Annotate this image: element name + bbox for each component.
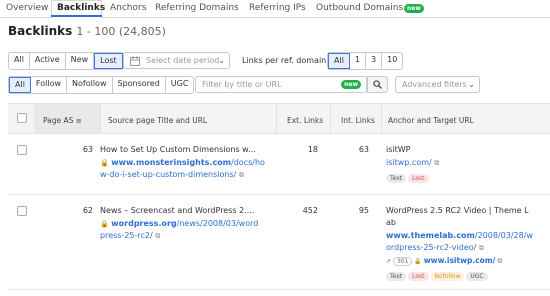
tag-text: Text <box>386 174 407 183</box>
tab-bar: Overview Backlinks Anchors Referring Dom… <box>0 0 550 18</box>
search-icon <box>373 80 382 89</box>
row-checkbox[interactable] <box>17 145 27 155</box>
target-url[interactable]: www.themelab.com/2008/03/28/w <box>386 231 533 240</box>
tag-nofollow: Nofollow <box>430 272 465 281</box>
type-follow-button[interactable]: Follow <box>31 77 68 93</box>
source-page-title: How to Set Up Custom Dimensions w... <box>100 145 256 154</box>
tab-referring-ips[interactable]: Referring IPs <box>249 3 306 13</box>
tag-lost: Lost <box>408 272 429 281</box>
tab-backlinks[interactable]: Backlinks <box>57 3 105 13</box>
lock-icon: 🔒 <box>414 258 422 265</box>
status-lost-button[interactable]: Lost <box>94 53 123 69</box>
external-link-icon[interactable]: ⧉ <box>155 232 160 240</box>
select-all-checkbox[interactable] <box>17 113 27 123</box>
external-link-icon[interactable]: ⧉ <box>479 244 484 252</box>
advanced-filters-dropdown[interactable]: Advanced filters ⌄ <box>395 76 480 93</box>
result-range: 1 - 100 (24,805) <box>76 25 166 38</box>
column-int-links[interactable]: Int. Links <box>341 116 375 125</box>
search-input[interactable]: Filter by title or URL new <box>195 76 367 93</box>
redirect-icon: ↗ <box>386 258 392 265</box>
column-divider <box>330 104 331 133</box>
ext-links-value: 18 <box>307 145 318 154</box>
type-sponsored-button[interactable]: Sponsored <box>113 77 166 93</box>
table-row: 63 How to Set Up Custom Dimensions w... … <box>8 134 550 195</box>
ext-links-value: 452 <box>302 206 318 215</box>
search-placeholder: Filter by title or URL <box>202 80 282 89</box>
tag-lost: Lost <box>408 174 429 183</box>
type-all-button[interactable]: All <box>9 77 31 93</box>
status-all-button[interactable]: All <box>9 53 30 69</box>
tag-ugc: UGC <box>466 272 488 281</box>
page-title: Backlinks 1 - 100 (24,805) <box>8 24 166 38</box>
external-link-icon[interactable]: ⧉ <box>497 257 502 265</box>
external-link-icon[interactable]: ⧉ <box>434 159 439 167</box>
anchor-text: WordPress 2.5 RC2 Video | Theme L <box>386 206 529 215</box>
chevron-down-icon: ⌄ <box>468 80 475 89</box>
lock-icon: 🔒 <box>100 220 109 228</box>
target-url[interactable]: isitwp.com/ ⧉ <box>386 158 439 168</box>
type-nofollow-button[interactable]: Nofollow <box>67 77 113 93</box>
column-divider <box>100 104 101 133</box>
link-type-filter-group: All Follow Nofollow Sponsored UGC <box>8 76 195 94</box>
redirect-info: ↗ 301 🔒 www.isitwp.com/ ⧉ <box>386 256 502 266</box>
column-anchor-target[interactable]: Anchor and Target URL <box>388 116 474 125</box>
advanced-filters-label: Advanced filters <box>402 80 467 89</box>
date-period-dropdown[interactable]: Select date period ⌄ <box>123 52 230 69</box>
int-links-value: 95 <box>358 206 369 215</box>
table-row: 62 News – Screencast and WordPress 2....… <box>8 195 550 290</box>
column-ext-links[interactable]: Ext. Links <box>287 116 323 125</box>
source-page-url[interactable]: 🔒 wordpress.org/news/2008/03/word <box>100 219 258 228</box>
sort-icon: ≡ <box>75 117 82 125</box>
status-active-button[interactable]: Active <box>30 53 66 69</box>
type-ugc-button[interactable]: UGC <box>166 77 194 93</box>
column-page-as[interactable]: Page AS ≡ <box>43 116 82 125</box>
tag-list: Text Lost <box>386 173 431 183</box>
per-domain-all-button[interactable]: All <box>328 53 350 69</box>
tab-anchors[interactable]: Anchors <box>110 3 146 13</box>
calendar-icon <box>130 56 140 66</box>
tag-list: Text Lost Nofollow UGC <box>386 271 490 281</box>
chevron-down-icon: ⌄ <box>218 56 225 65</box>
status-filter-group: All Active New Lost <box>8 52 124 70</box>
active-tab-indicator <box>51 15 102 17</box>
anchor-text-cont: ab <box>386 218 396 227</box>
column-source-page[interactable]: Source page Title and URL <box>108 116 207 125</box>
search-button[interactable] <box>367 76 388 93</box>
row-checkbox[interactable] <box>17 206 27 216</box>
page-as-value: 62 <box>82 206 93 215</box>
tag-text: Text <box>386 272 407 281</box>
redirect-code: 301 <box>392 257 413 266</box>
date-period-placeholder: Select date period <box>146 56 220 65</box>
tab-outbound-domains[interactable]: Outbound Domains <box>316 3 403 13</box>
new-badge: new <box>404 4 424 13</box>
per-domain-3-button[interactable]: 3 <box>366 53 383 69</box>
status-new-button[interactable]: New <box>66 53 95 69</box>
tab-overview[interactable]: Overview <box>6 3 48 13</box>
source-page-url-cont[interactable]: w-do-i-set-up-custom-dimensions/ ⧉ <box>100 170 244 180</box>
source-page-url-cont[interactable]: press-25-rc2/ ⧉ <box>100 231 160 241</box>
external-link-icon[interactable]: ⧉ <box>239 171 244 179</box>
table-header: Page AS ≡ Source page Title and URL Ext.… <box>8 103 550 134</box>
source-page-url[interactable]: 🔒 www.monsterinsights.com/docs/ho <box>100 158 265 167</box>
column-divider <box>276 104 277 133</box>
column-divider <box>381 104 382 133</box>
redirect-target-url[interactable]: www.isitwp.com/ <box>424 256 496 265</box>
search-new-badge: new <box>341 80 361 89</box>
per-domain-10-button[interactable]: 10 <box>382 53 402 69</box>
per-domain-1-button[interactable]: 1 <box>350 53 367 69</box>
tab-referring-domains[interactable]: Referring Domains <box>155 3 239 13</box>
source-page-title: News – Screencast and WordPress 2.... <box>100 206 255 215</box>
title-text: Backlinks <box>8 24 73 38</box>
int-links-value: 63 <box>358 145 369 154</box>
page-as-value: 63 <box>82 145 93 154</box>
lock-icon: 🔒 <box>100 159 109 167</box>
target-url-cont[interactable]: ordpress-25-rc2-video/ ⧉ <box>386 243 484 253</box>
links-per-domain-label: Links per ref. domain <box>242 56 327 65</box>
links-per-domain-group: All 1 3 10 <box>327 52 404 70</box>
anchor-text: isitWP <box>386 145 411 154</box>
